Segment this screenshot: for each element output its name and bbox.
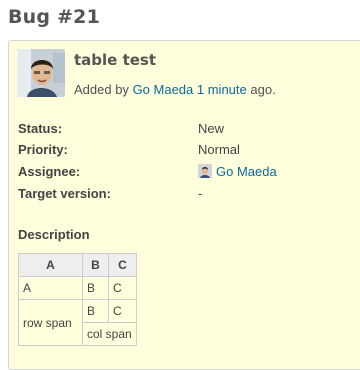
assignee-label: Assignee: [18,164,81,179]
table-cell-colspan: col span [82,322,137,346]
assignee-avatar-icon [198,164,212,178]
author-avatar-icon [17,49,65,97]
priority-label: Priority: [18,142,68,157]
issue-details-box: table test Added by Go Maeda 1 minute ag… [8,40,360,370]
table-header-row: A B C [18,253,137,277]
table-header-cell: C [108,253,137,277]
ago-label: ago. [250,82,276,97]
priority-value: Normal [198,142,240,157]
issue-title: Bug #21 [8,6,100,28]
time-ago-link[interactable]: 1 minute [197,82,247,97]
assignee-value: Go Maeda [198,164,277,179]
table-cell: C [108,299,137,323]
description-table: A B C A B C row span B C col span [18,253,137,346]
target-version-value: - [198,186,203,201]
assignee-link[interactable]: Go Maeda [216,164,277,179]
target-version-label: Target version: [18,186,111,201]
table-cell: B [82,299,109,323]
description-heading: Description [18,227,90,242]
table-cell: B [82,276,109,300]
author-link[interactable]: Go Maeda [133,82,194,97]
author-line: Added by Go Maeda 1 minute ago. [74,82,276,97]
issue-subject: table test [74,51,157,69]
table-row: row span B C [18,299,137,346]
table-header-cell: B [82,253,109,277]
table-cell: C [108,276,137,300]
table-cell: A [18,276,83,300]
added-by-label: Added by [74,82,129,97]
table-cell-rowspan: row span [18,299,83,346]
status-label: Status: [18,121,63,136]
table-header-cell: A [18,253,83,277]
table-row: A B C [18,276,137,300]
status-value: New [198,121,225,136]
